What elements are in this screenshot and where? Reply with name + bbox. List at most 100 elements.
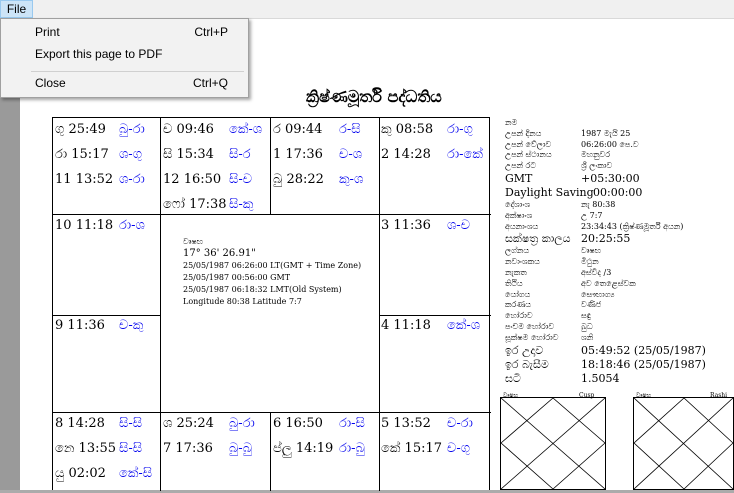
planet-degree: 11:18 <box>75 218 114 233</box>
planet-degree: 17:36 <box>285 147 323 162</box>
planet-degree: 15:34 <box>176 147 214 162</box>
planet-label: 9 <box>55 318 68 333</box>
detail-key: උපන් වේලාව <box>505 139 552 149</box>
planet-label: 1 <box>273 147 286 162</box>
grid-line <box>270 412 271 491</box>
detail-value: මහනුවර <box>581 150 611 160</box>
chart-cell-entry: 5 13:52 ච-රා <box>381 416 473 431</box>
sub-lord: ශ-ගු <box>119 147 142 162</box>
planet-label: ප්ලු <box>273 441 296 456</box>
detail-key: සූක්ෂම හෝරාව <box>505 332 559 342</box>
detail-key: ලග්නය <box>505 246 530 256</box>
planet-label: රා <box>55 147 72 162</box>
sub-lord: රා-බු <box>339 441 365 456</box>
menu-item-export-pdf[interactable]: Export this page to PDF <box>35 44 240 64</box>
detail-value: 20:25:55 <box>581 232 631 246</box>
detail-value: ශ්‍රී ලංකාව <box>581 161 613 171</box>
detail-value: වණිජ <box>581 300 602 310</box>
sub-lord: ර-සි <box>339 122 361 137</box>
chart-cell-entry: යු 02:02 කේ-සි <box>55 466 152 481</box>
sub-lord: රා-ගු <box>447 122 473 137</box>
detail-key: සක්ෂත්‍ර කාලය <box>505 232 571 246</box>
grid-line <box>53 412 491 413</box>
detail-key: ඝටි <box>505 371 521 385</box>
sub-lord: ශ-ච <box>447 218 471 233</box>
sub-lord: ච-ගු <box>447 441 471 456</box>
planet-degree: 17:38 <box>189 197 227 212</box>
detail-value: අස්විද /3 <box>581 268 612 277</box>
grid-line <box>53 214 491 215</box>
detail-key: අක්ෂාංශ <box>505 210 533 220</box>
sub-lord: සි-සි <box>119 441 143 456</box>
detail-value: 18:18:46 (25/05/1987) <box>581 357 706 371</box>
chart-cell-entry: 7 17:36 බු-බු <box>163 441 252 456</box>
grid-line <box>160 118 161 491</box>
chart-cell-entry: 9 11:36 ච-කු <box>55 318 143 333</box>
sub-lord: සි-කු <box>229 197 254 212</box>
planet-label: 6 <box>273 416 286 431</box>
menu-item-print[interactable]: Print Ctrl+P <box>35 22 240 42</box>
detail-key: දේශාංශ <box>505 200 531 209</box>
planet-degree: 14:19 <box>295 441 334 456</box>
file-dropdown-menu: Print Ctrl+P Export this page to PDF Clo… <box>0 18 249 98</box>
planet-label: 2 <box>381 147 394 162</box>
file-menu-button[interactable]: File <box>0 0 33 18</box>
chart-cell-entry: ගු 25:49 බු-රා <box>55 122 145 137</box>
detail-value: 1987 මැයි 25 <box>581 128 631 138</box>
mini-chart-diamond <box>633 397 734 490</box>
local-time: 25/05/1987 06:26:00 LT(GMT + Time Zone) <box>183 261 362 270</box>
chart-cell-entry: ප්ලු 14:19 රා-බු <box>273 441 365 456</box>
sub-lord: රා-සි <box>339 416 365 431</box>
planet-label: බු <box>273 172 287 187</box>
chart-cell-entry: 12 16:50 සි-ච <box>163 172 252 187</box>
detail-value: 06:26:00 පෙ.ව <box>581 139 639 149</box>
mini-chart-label: වෘෂභ <box>503 392 519 399</box>
mini-chart-label: වෘෂභ <box>636 392 652 399</box>
sub-lord: ච-කු <box>119 318 144 333</box>
detail-value: සඳු <box>581 311 591 321</box>
chart-cell-entry: ච 09:46 කේ-ශ <box>163 122 262 137</box>
mini-cusp-chart: වෘෂභ Cusp <box>500 392 606 490</box>
chart-cell-entry: රා 15:17 ශ-ගු <box>55 147 142 162</box>
planet-degree: 25:49 <box>68 122 106 137</box>
chart-cell-entry: 11 13:52 ශ-රා <box>55 172 145 187</box>
chart-cell-entry: 1 17:36 ච-ශ <box>273 147 362 162</box>
menu-item-shortcut: Ctrl+Q <box>192 76 228 90</box>
detail-key: නම <box>505 118 518 127</box>
planet-degree: 16:50 <box>183 172 222 187</box>
sub-lord: කු-ශ <box>339 172 364 187</box>
chart-cell-entry: නෙ 13:55 සි-සි <box>55 441 142 456</box>
detail-value: අව තෙළෙස්වක <box>581 278 636 288</box>
planet-label: 5 <box>381 416 394 431</box>
grid-line <box>53 315 161 316</box>
detail-key: පංචම හෝරාව <box>505 322 555 331</box>
planet-label: ච <box>163 122 177 137</box>
detail-value: බුධ <box>581 322 593 331</box>
sub-lord: කේ-සි <box>119 466 153 481</box>
planet-degree: 14:28 <box>393 147 431 162</box>
detail-key: නවාංශකය <box>505 257 540 267</box>
detail-key: නැකත <box>505 268 527 277</box>
detail-key: යෝගය <box>505 289 531 299</box>
planet-degree: 16:50 <box>285 416 323 431</box>
planet-label: කේ <box>381 441 405 456</box>
planet-label: නෙ <box>55 441 79 456</box>
sub-lord: ච-ශ <box>339 147 363 162</box>
sub-lord: ශ-රා <box>119 172 145 187</box>
planet-label: ගු <box>55 122 69 137</box>
coordinates: Longitude 80:38 Latitude 7:7 <box>183 297 302 306</box>
detail-key: තිථිය <box>505 278 523 288</box>
sub-lord: සි-සි <box>119 416 143 431</box>
detail-key: උපන් රට <box>505 161 537 171</box>
sub-lord: ච-රා <box>447 416 473 431</box>
planet-degree: 14:28 <box>67 416 105 431</box>
planet-label: 10 <box>55 218 76 233</box>
planet-label: කු <box>381 122 396 137</box>
mini-chart-label: Rashi <box>710 392 728 399</box>
detail-value: 00:00:00 <box>593 186 643 199</box>
planet-degree: 13:52 <box>393 416 431 431</box>
sub-lord: බු-රා <box>119 122 145 137</box>
detail-key: GMT <box>505 172 533 185</box>
detail-value: 23:34:43 (ක්‍රිෂ්ණමූර්ති අයන) <box>581 221 684 231</box>
menu-item-close[interactable]: Close Ctrl+Q <box>35 73 240 93</box>
